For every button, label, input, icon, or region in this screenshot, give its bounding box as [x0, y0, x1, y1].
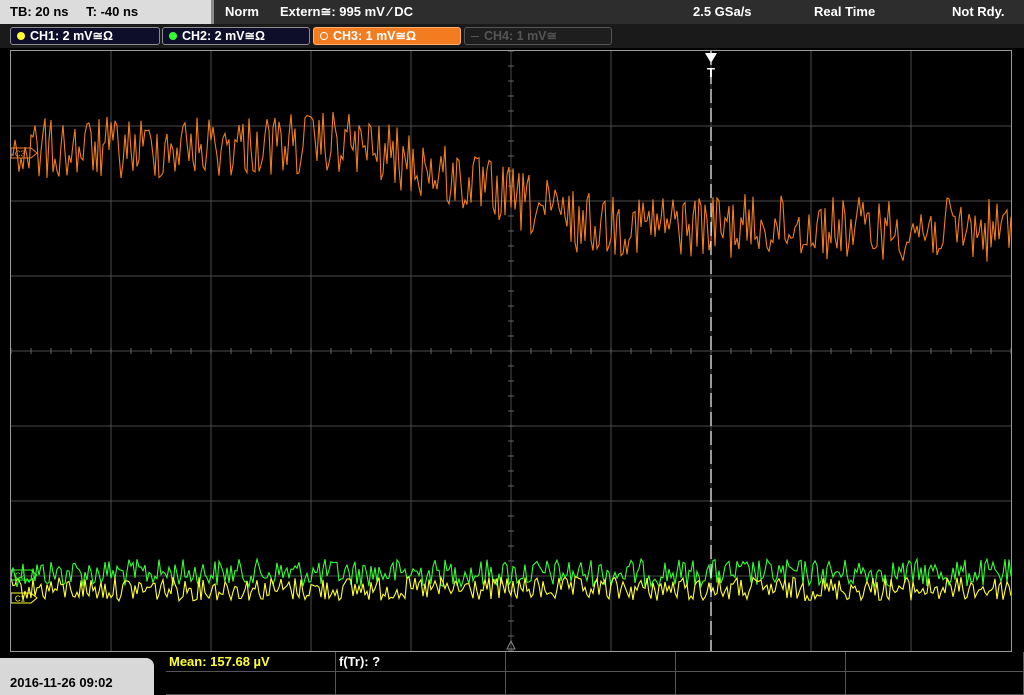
trigger-mode[interactable]: Norm	[225, 0, 259, 24]
timebase-label: TB: 20 ns	[10, 4, 69, 19]
timebase-box[interactable]: TB: 20 ns T: -40 ns	[0, 0, 214, 24]
channel-4-label: CH4: 1 mV≅	[484, 29, 557, 43]
measure-rise-time[interactable]: f(Tr): ?	[336, 652, 506, 672]
measure-slot-5[interactable]	[846, 652, 1024, 672]
channel-3-button[interactable]: CH3: 1 mV≅Ω	[313, 27, 461, 45]
svg-text:C2: C2	[15, 572, 26, 581]
svg-text:C3: C3	[15, 150, 26, 159]
measurement-panel: Mean: 157.68 µV f(Tr): ?	[166, 652, 1024, 695]
channel-1-button[interactable]: CH1: 2 mV≅Ω	[10, 27, 160, 45]
trigger-label: T	[707, 65, 715, 80]
channel-3-dot-icon	[320, 32, 328, 40]
measure-slot-8[interactable]	[506, 672, 676, 695]
waveform-graph: T C3 C2 C1	[11, 51, 1011, 651]
measure-slot-10[interactable]	[846, 672, 1024, 695]
acquisition-mode[interactable]: Real Time	[814, 0, 875, 24]
trigger-offset-label: T: -40 ns	[86, 4, 139, 19]
channel-1-offset-marker: C1	[11, 592, 38, 604]
trigger-arrow-icon	[705, 53, 717, 63]
channel-2-dot-icon	[169, 32, 177, 40]
measure-slot-6[interactable]	[166, 672, 336, 695]
channel-2-button[interactable]: CH2: 2 mV≅Ω	[162, 27, 310, 45]
channel-4-off-icon	[471, 36, 479, 37]
acquisition-status: Not Rdy.	[952, 4, 1005, 19]
measure-slot-7[interactable]	[336, 672, 506, 695]
channel-1-label: CH1: 2 mV≅Ω	[30, 29, 114, 43]
measure-slot-4[interactable]	[676, 652, 846, 672]
channel-bar: CH1: 2 mV≅Ω CH2: 2 mV≅Ω CH3: 1 mV≅Ω CH4:…	[0, 24, 1024, 48]
channel-3-label: CH3: 1 mV≅Ω	[333, 29, 417, 43]
datetime: 2016-11-26 09:02	[0, 658, 154, 695]
waveform-display[interactable]: T C3 C2 C1	[10, 50, 1012, 652]
channel-4-button[interactable]: CH4: 1 mV≅	[464, 27, 612, 45]
measure-mean[interactable]: Mean: 157.68 µV	[166, 652, 336, 672]
channel-1-dot-icon	[17, 32, 25, 40]
trigger-source[interactable]: Extern≅: 995 mV ⁄ DC	[280, 0, 413, 24]
sample-rate[interactable]: 2.5 GSa/s	[693, 0, 752, 24]
grid	[11, 51, 1011, 651]
channel-3-offset-marker: C3	[11, 147, 38, 159]
channel-2-label: CH2: 2 mV≅Ω	[182, 29, 266, 43]
measure-slot-3[interactable]	[506, 652, 676, 672]
svg-text:C1: C1	[15, 595, 26, 604]
measure-slot-9[interactable]	[676, 672, 846, 695]
status-bar: TB: 20 ns T: -40 ns Norm Extern≅: 995 mV…	[0, 0, 1024, 24]
